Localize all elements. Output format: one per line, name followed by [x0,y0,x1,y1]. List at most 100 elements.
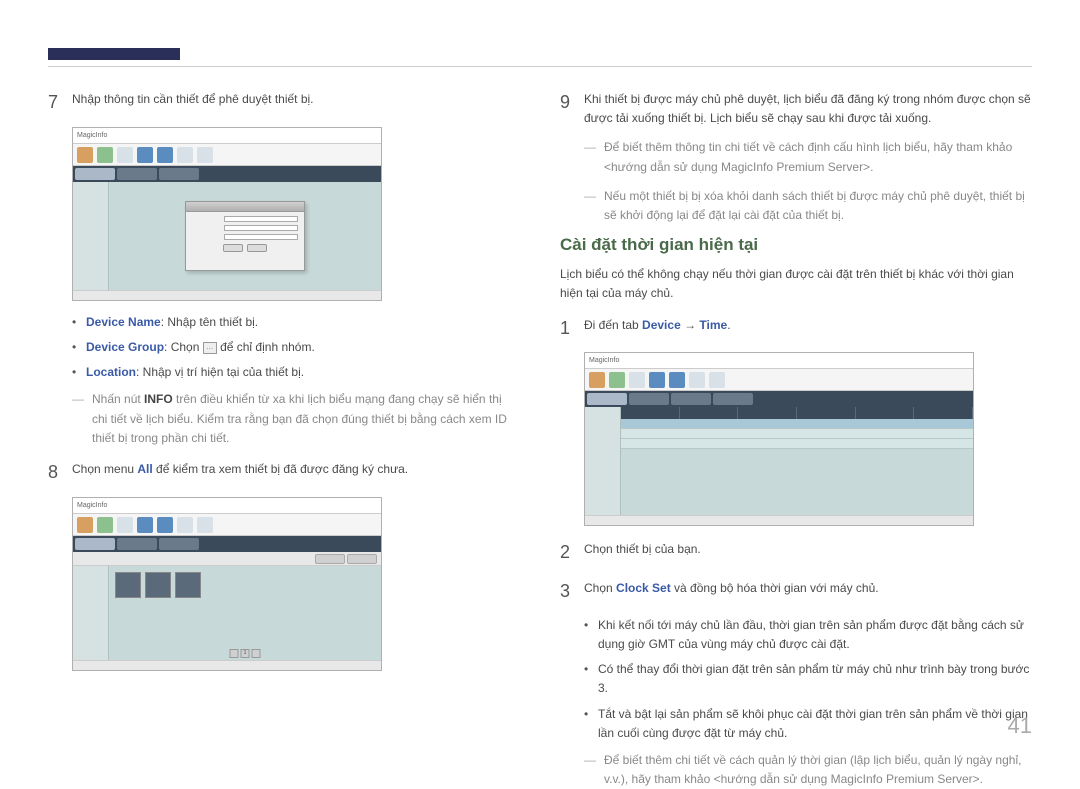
screenshot-device-time: MagicInfo [584,352,974,526]
toolbar-icon [629,372,645,388]
toolbar-icon [649,372,665,388]
section-heading: Cài đặt thời gian hiện tại [560,235,1032,255]
step-text: Đi đến tab Device → Time. [584,314,1032,343]
term-rest-b: để chỉ định nhóm. [217,340,315,354]
shot-toolbar [73,144,381,166]
toolbar-icon [137,147,153,163]
device-term: Device [642,318,681,332]
toolbar-icon [177,517,193,533]
step-8: 8 Chọn menu All để kiểm tra xem thiết bị… [48,458,520,487]
shot-main: 1 [109,566,381,660]
toolbar-icon [77,147,93,163]
toolbar-icon [709,372,725,388]
shot-tab [671,393,711,405]
header-rule [48,66,1032,67]
pager-next-icon [252,649,261,658]
step-text: Chọn thiết bị của bạn. [584,538,1032,567]
screenshot-approve-device: MagicInfo [72,127,382,301]
toolbar-icon [609,372,625,388]
header-band [48,48,180,60]
toolbar-icon [157,517,173,533]
shot-statusbar [585,515,973,525]
shot-logo: MagicInfo [77,132,107,139]
shot-body [585,407,973,515]
shot-titlebar: MagicInfo [585,353,973,369]
step3-note: Để biết thêm chi tiết về cách quản lý th… [584,751,1032,789]
shot-tabstrip [73,536,381,552]
step-text: Khi thiết bị được máy chủ phê duyệt, lịc… [584,88,1032,128]
table-row [621,419,973,429]
pager: 1 [230,649,261,658]
step3-bullets: Khi kết nối tới máy chủ lần đầu, thời gi… [584,616,1032,743]
step-1: 1 Đi đến tab Device → Time. [560,314,1032,343]
shot-sidebar [73,566,109,660]
shot-tab [75,168,115,180]
shot-titlebar: MagicInfo [73,498,381,514]
toolbar-icon [97,147,113,163]
table-row [621,429,973,439]
shot-tab [117,538,157,550]
toolbar-icon [157,147,173,163]
pager-prev-icon [230,649,239,658]
bullet: Tắt và bật lại sản phẩm sẽ khôi phục cài… [584,705,1032,743]
all-term: All [137,462,152,476]
shot-tab [75,538,115,550]
device-thumbs [115,572,201,598]
toolbar-icon [177,147,193,163]
step-3: 3 Chọn Clock Set và đồng bộ hóa thời gia… [560,577,1032,606]
device-table [621,407,973,449]
toolbar-icon [117,517,133,533]
step-text: Chọn menu All để kiểm tra xem thiết bị đ… [72,458,520,487]
shot-tab [117,168,157,180]
section-intro: Lịch biểu có thể không chạy nếu thời gia… [560,265,1032,303]
table-header [621,407,973,419]
page-number: 41 [1008,713,1032,739]
step-7: 7 Nhập thông tin cần thiết để phê duyệt … [48,88,520,117]
step8-a: Chọn menu [72,462,137,476]
shot-tab [587,393,627,405]
term-rest: : Nhập tên thiết bị. [161,315,258,329]
shot-logo: MagicInfo [77,502,107,509]
clockset-term: Clock Set [616,581,671,595]
bullet-location: Location: Nhập vị trí hiện tại của thiết… [72,363,520,382]
dialog-form [186,212,304,256]
s3-b: và đồng bộ hóa thời gian với máy chủ. [671,581,879,595]
browse-icon: … [203,342,217,354]
screenshot-all-menu: MagicInfo [72,497,382,671]
term: Location [86,365,136,379]
step-number: 7 [48,88,72,117]
time-term: Time [699,318,727,332]
toolbar-icon [197,147,213,163]
shot-tabstrip [73,166,381,182]
shot-tab [159,168,199,180]
table-row [621,439,973,449]
term: Device Name [86,315,161,329]
step-number: 2 [560,538,584,567]
shot-statusbar [73,290,381,300]
step-2: 2 Chọn thiết bị của bạn. [560,538,1032,567]
subtoolbar-btn [315,554,345,564]
step-number: 3 [560,577,584,606]
device-thumb [175,572,201,598]
step9-note2: Nếu một thiết bị bị xóa khỏi danh sách t… [584,187,1032,225]
term-rest: : Nhập vị trí hiện tại của thiết bị. [136,365,304,379]
s3-a: Chọn [584,581,616,595]
step-number: 1 [560,314,584,343]
s1-dot: . [727,318,730,332]
shot-toolbar [585,369,973,391]
toolbar-icon [689,372,705,388]
term: Device Group [86,340,164,354]
shot-body [73,182,381,290]
note-part-a: Nhấn nút [92,392,144,406]
bullet: Khi kết nối tới máy chủ lần đầu, thời gi… [584,616,1032,654]
shot-statusbar [73,660,381,670]
shot-main [621,407,973,515]
shot-subtoolbar [73,552,381,566]
shot-logo: MagicInfo [589,357,619,364]
info-term: INFO [144,392,173,406]
shot-tabstrip [585,391,973,407]
toolbar-icon [589,372,605,388]
shot-tab [159,538,199,550]
shot-body: 1 [73,566,381,660]
shot-sidebar [585,407,621,515]
